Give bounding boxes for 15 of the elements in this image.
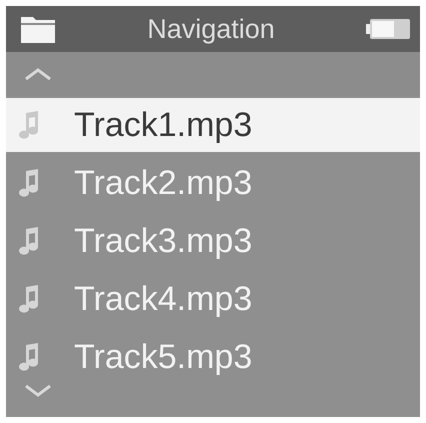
music-note-icon <box>18 284 40 314</box>
music-note-icon <box>18 168 40 198</box>
folder-icon <box>20 14 56 44</box>
track-item[interactable]: Track5.mp3 <box>6 330 420 384</box>
scroll-up-icon <box>24 67 52 81</box>
track-item[interactable]: Track3.mp3 <box>6 214 420 268</box>
music-note-icon <box>18 342 40 372</box>
battery-icon <box>366 18 410 40</box>
screen-title: Navigation <box>147 14 275 44</box>
music-note-icon <box>18 226 40 256</box>
track-item[interactable]: Track2.mp3 <box>6 156 420 210</box>
track-item[interactable]: Track4.mp3 <box>6 272 420 326</box>
music-note-icon <box>18 110 40 140</box>
scroll-down-icon <box>24 384 52 398</box>
track-item[interactable]: Track1.mp3 <box>6 98 420 152</box>
